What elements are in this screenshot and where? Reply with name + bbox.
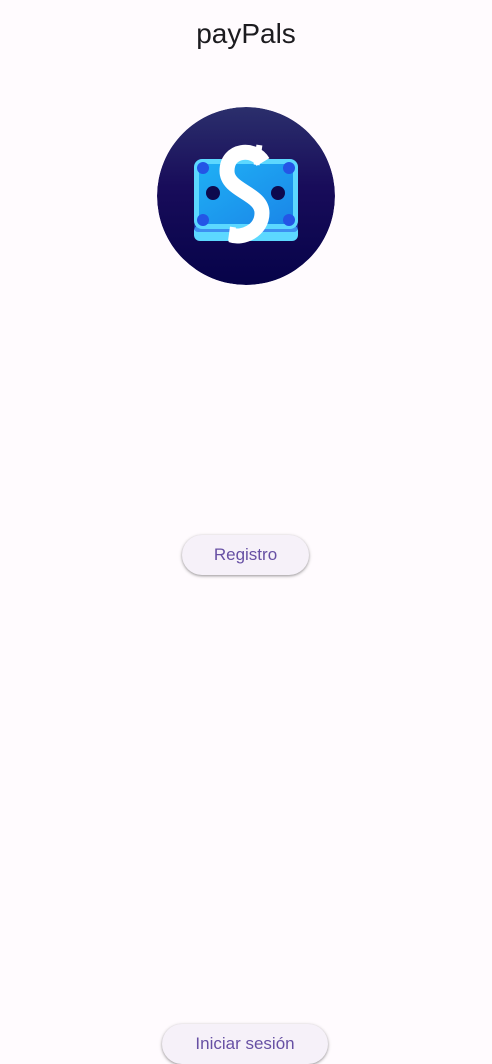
- app-title: payPals: [196, 18, 296, 49]
- app-logo: [157, 107, 335, 285]
- register-button[interactable]: Registro: [182, 535, 309, 575]
- money-bill-dollar-icon: [157, 107, 335, 285]
- login-button[interactable]: Iniciar sesión: [162, 1024, 328, 1064]
